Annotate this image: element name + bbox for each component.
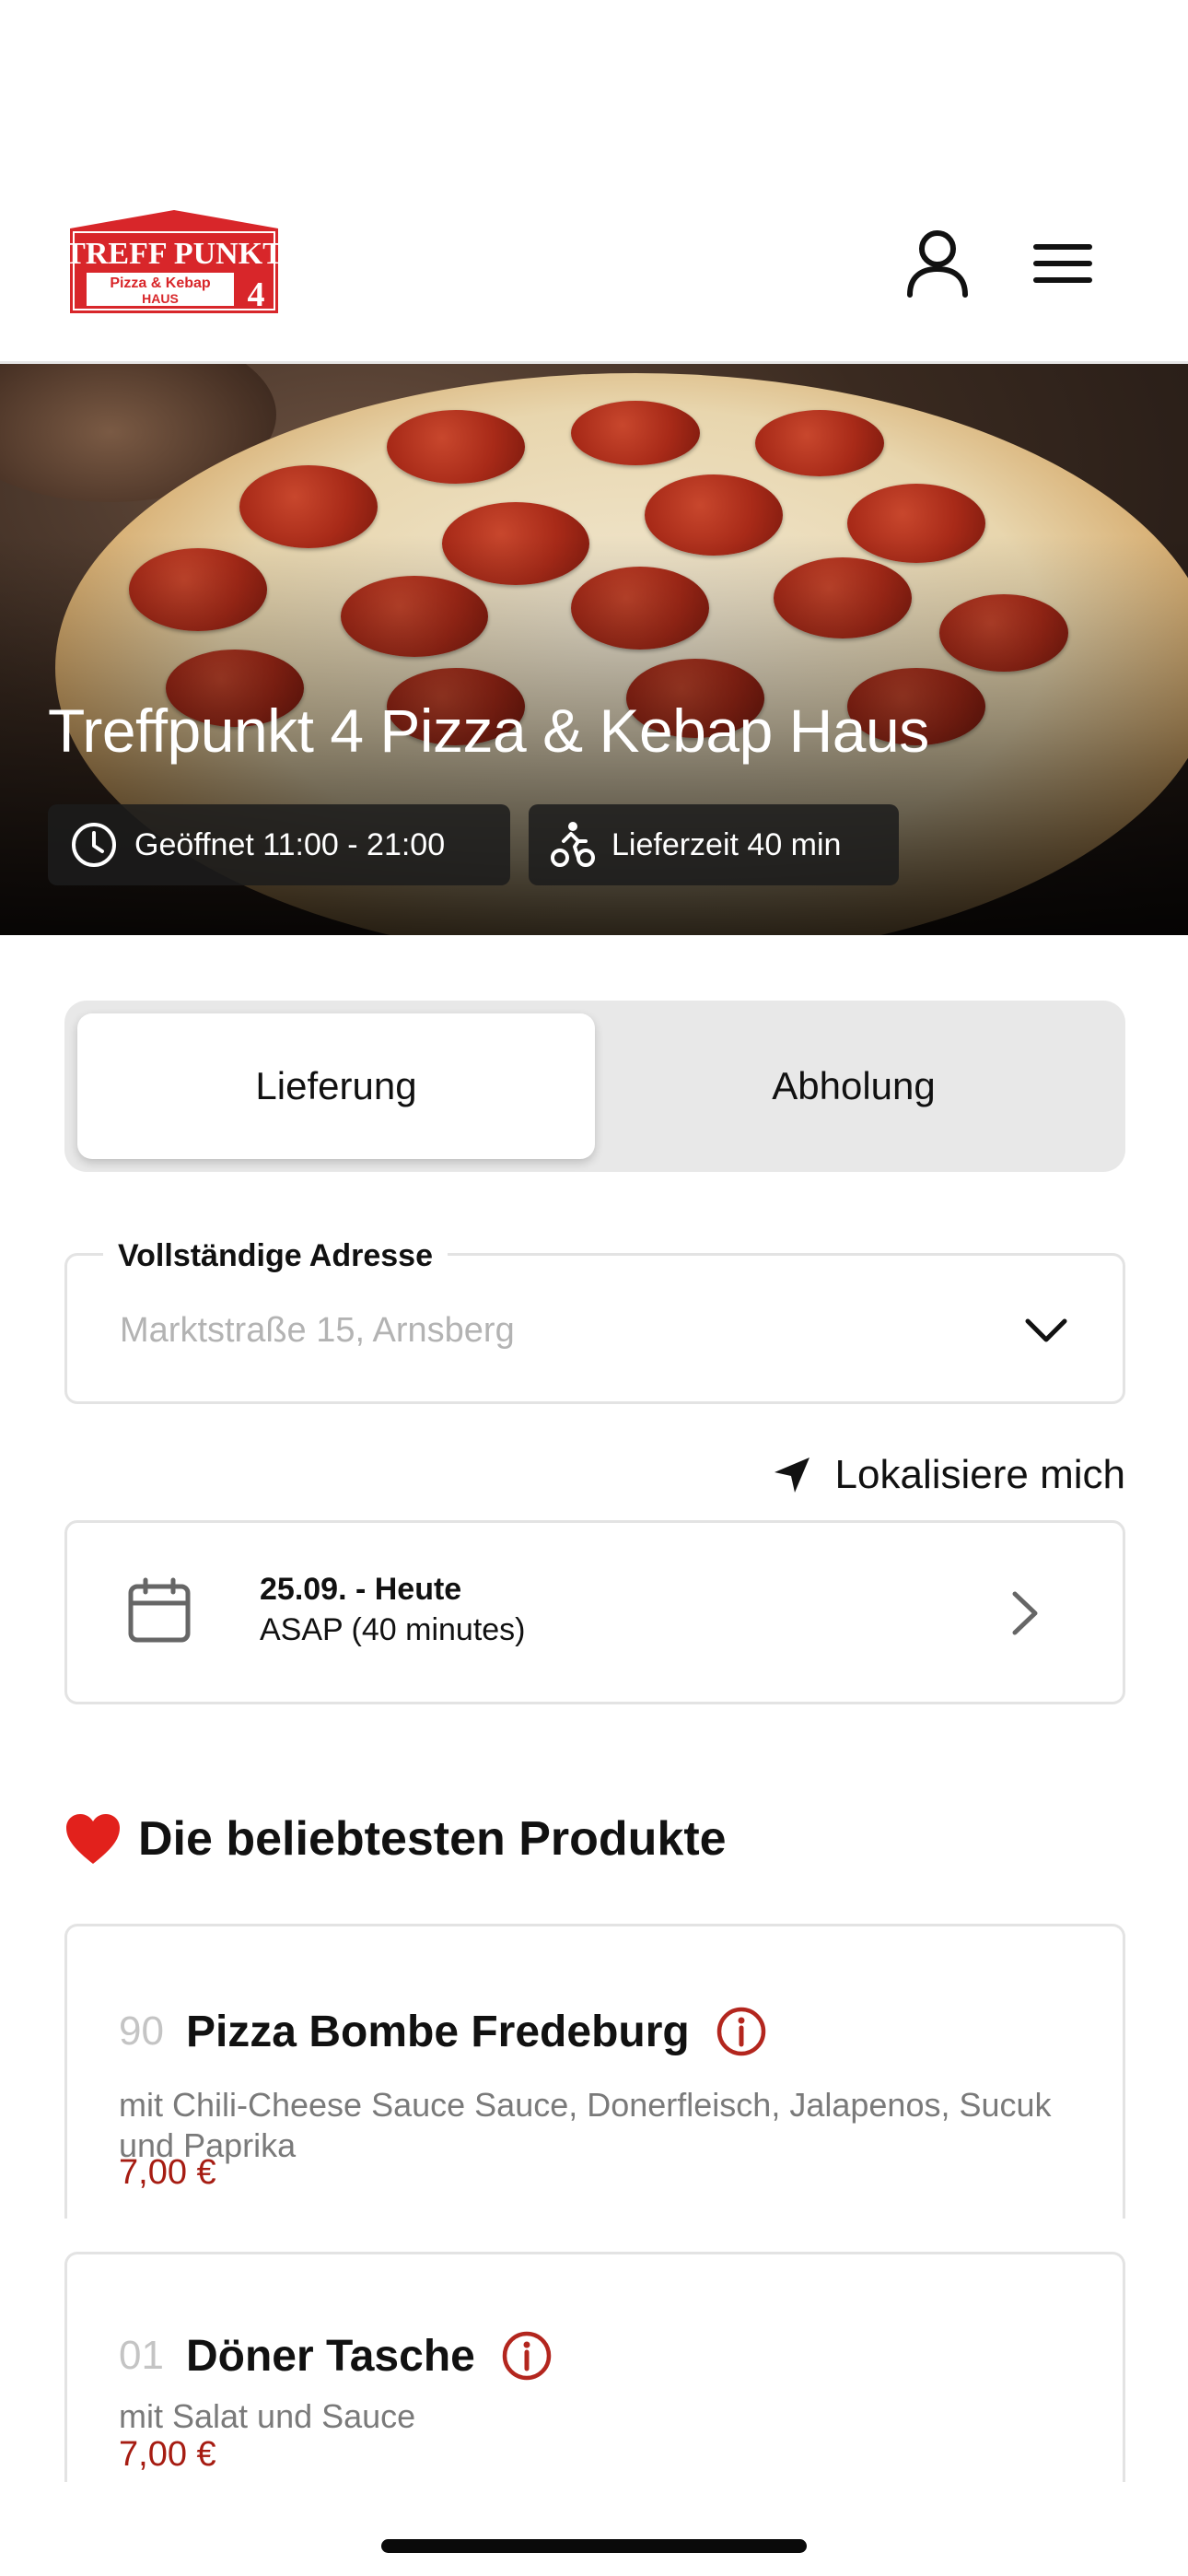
- product-card[interactable]: 90 Pizza Bombe Fredeburg mit Chili-Chees…: [64, 1924, 1125, 2219]
- order-mode-toggle: Lieferung Abholung: [64, 1001, 1125, 1172]
- menu-button[interactable]: [1024, 225, 1101, 302]
- opening-hours-badge: Geöffnet 11:00 - 21:00: [48, 804, 510, 885]
- chevron-right-icon: [1012, 1591, 1038, 1635]
- delivery-time-text: Lieferzeit 40 min: [611, 826, 842, 862]
- product-description: mit Salat und Sauce: [119, 2397, 416, 2435]
- opening-hours-text: Geöffnet 11:00 - 21:00: [134, 826, 446, 862]
- home-indicator[interactable]: [381, 2539, 807, 2553]
- clock-icon: [72, 823, 116, 867]
- info-icon[interactable]: [501, 2330, 553, 2382]
- user-icon: [907, 230, 968, 298]
- calendar-icon: [128, 1577, 191, 1643]
- location-arrow-icon: [774, 1458, 809, 1493]
- product-name: Döner Tasche: [185, 2331, 475, 2381]
- product-card[interactable]: 01 Döner Tasche mit Salat und Sauce 7,00…: [64, 2252, 1125, 2482]
- chevron-down-icon[interactable]: [1019, 1308, 1074, 1354]
- popular-products-heading: Die beliebtesten Produkte: [64, 1811, 727, 1867]
- product-price: 7,00 €: [119, 2153, 216, 2192]
- info-icon[interactable]: [716, 2006, 767, 2057]
- locate-me-label: Lokalisiere mich: [834, 1452, 1125, 1497]
- logo-line2: Pizza & Kebap: [110, 275, 211, 291]
- tab-abholung[interactable]: Abholung: [595, 1013, 1112, 1159]
- bicycle-courier-icon: [551, 822, 595, 867]
- product-name: Pizza Bombe Fredeburg: [185, 2007, 690, 2056]
- tab-lieferung[interactable]: Lieferung: [77, 1013, 595, 1159]
- popular-products-title: Die beliebtesten Produkte: [138, 1812, 727, 1866]
- locate-me-button[interactable]: Lokalisiere mich: [755, 1445, 1125, 1505]
- schedule-date: 25.09. - Heute: [260, 1572, 462, 1607]
- logo-line3: HAUS: [142, 291, 179, 306]
- address-label: Vollständige Adresse: [103, 1238, 448, 1274]
- hero-banner: Treffpunkt 4 Pizza & Kebap Haus Geöffnet…: [0, 364, 1188, 935]
- logo-number: 4: [248, 275, 265, 313]
- product-number: 01: [119, 2333, 164, 2378]
- schedule-selector[interactable]: [64, 1520, 1125, 1704]
- logo-line1: TREFF PUNKT: [70, 237, 278, 271]
- product-price: 7,00 €: [119, 2435, 216, 2474]
- app-header: TREFF PUNKT Pizza & Kebap HAUS 4: [0, 0, 1188, 364]
- product-description: mit Chili-Cheese Sauce Sauce, Donerfleis…: [119, 2086, 1052, 2164]
- hamburger-menu-icon: [1033, 244, 1092, 283]
- restaurant-logo[interactable]: TREFF PUNKT Pizza & Kebap HAUS 4: [70, 210, 278, 313]
- restaurant-name: Treffpunkt 4 Pizza & Kebap Haus: [48, 697, 929, 765]
- heart-icon: [66, 1814, 120, 1864]
- delivery-time-badge: Lieferzeit 40 min: [529, 804, 899, 885]
- address-input[interactable]: [120, 1303, 949, 1358]
- account-button[interactable]: [899, 225, 976, 302]
- schedule-time: ASAP (40 minutes): [260, 1612, 526, 1647]
- product-number: 90: [119, 2008, 164, 2054]
- logo-image: TREFF PUNKT Pizza & Kebap HAUS 4: [70, 210, 278, 313]
